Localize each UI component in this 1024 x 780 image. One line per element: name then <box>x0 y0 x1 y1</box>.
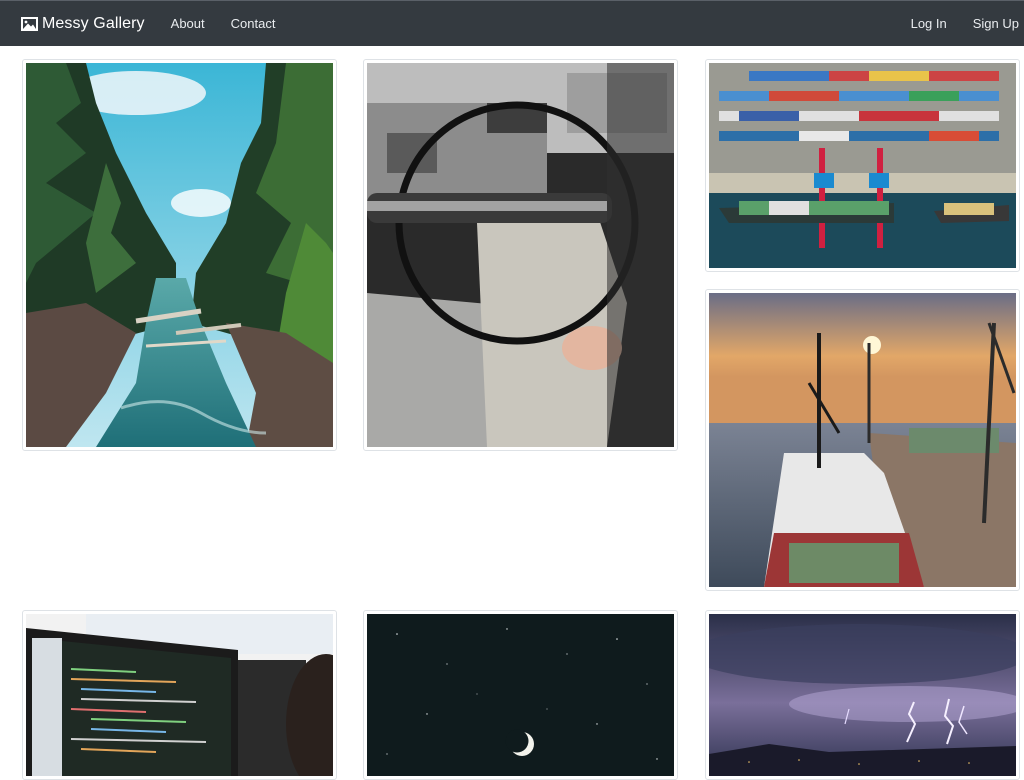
signup-link[interactable]: Sign Up <box>973 16 1019 31</box>
computer-code-monitors-photo <box>26 614 333 776</box>
brand-name: Messy Gallery <box>42 14 145 32</box>
nav-about-link[interactable]: About <box>171 16 205 31</box>
harbor-ship-sunset-photo <box>709 293 1016 587</box>
lightning-storm-photo <box>709 614 1016 776</box>
gallery-card[interactable] <box>363 610 678 780</box>
gallery-card[interactable] <box>705 59 1020 272</box>
crescent-moon-night-sky-photo <box>367 614 674 776</box>
top-navbar: Messy Gallery About Contact Log In Sign … <box>0 0 1024 46</box>
forest-river-photo <box>26 63 333 447</box>
container-port-aerial-photo <box>709 63 1016 268</box>
gallery-card[interactable] <box>705 289 1020 591</box>
gallery-card[interactable] <box>22 59 337 451</box>
gallery-card[interactable] <box>22 610 337 780</box>
brand-link[interactable]: Messy Gallery <box>21 15 145 33</box>
gallery-card[interactable] <box>705 610 1020 780</box>
image-icon <box>21 16 38 31</box>
car-steering-wheel-photo <box>367 63 674 447</box>
gallery-card[interactable] <box>363 59 678 451</box>
nav-contact-link[interactable]: Contact <box>231 16 276 31</box>
login-link[interactable]: Log In <box>911 16 947 31</box>
